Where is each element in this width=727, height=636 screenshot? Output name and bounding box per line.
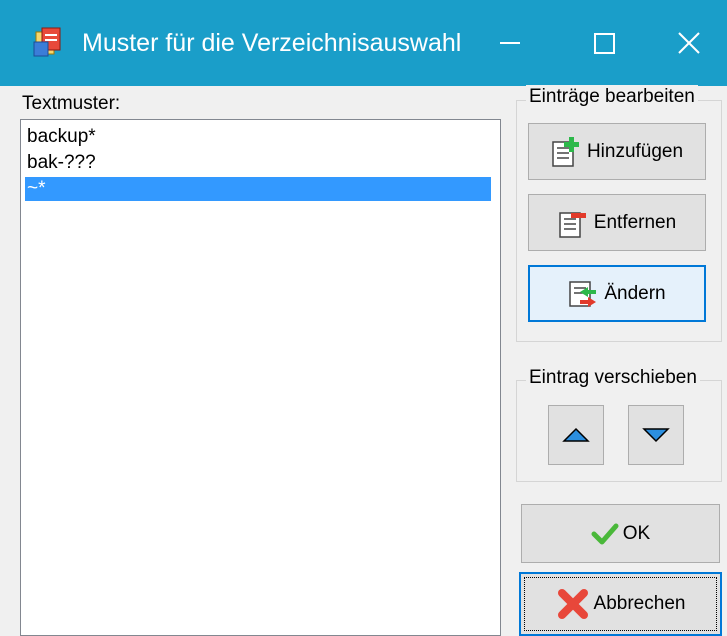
- edit-entries-title: Einträge bearbeiten: [526, 85, 698, 109]
- arrow-down-icon: [642, 428, 670, 443]
- patterns-listbox[interactable]: backup* bak-??? ~*: [20, 119, 501, 636]
- checkmark-icon: [591, 523, 619, 544]
- patterns-label: Textmuster:: [22, 93, 121, 114]
- maximize-icon: [593, 32, 615, 54]
- list-item[interactable]: bak-???: [25, 151, 491, 175]
- remove-button[interactable]: Entfernen: [528, 194, 706, 251]
- list-item[interactable]: backup*: [25, 125, 491, 149]
- title-bar[interactable]: Muster für die Verzeichnisauswahl: [0, 0, 727, 86]
- move-down-button[interactable]: [628, 405, 684, 465]
- list-item-selected[interactable]: ~*: [25, 177, 491, 201]
- move-entry-title: Eintrag verschieben: [526, 366, 700, 390]
- add-button-label: Hinzufügen: [586, 140, 684, 162]
- cross-icon: [557, 589, 588, 619]
- folder-app-icon: [33, 27, 61, 57]
- arrow-up-icon: [562, 427, 590, 442]
- add-entry-icon: [552, 136, 579, 167]
- remove-entry-icon: [559, 211, 586, 238]
- change-entry-icon: [569, 280, 597, 307]
- minimize-button[interactable]: [463, 0, 557, 86]
- window-title: Muster für die Verzeichnisauswahl: [82, 29, 462, 57]
- cancel-button[interactable]: Abbrechen: [519, 572, 722, 636]
- close-button[interactable]: [651, 0, 727, 86]
- change-button[interactable]: Ändern: [528, 265, 706, 322]
- dialog-window: Muster für die Verzeichnisauswahl Textmu…: [0, 0, 727, 636]
- minimize-icon: [500, 42, 520, 44]
- move-entry-group: [516, 380, 722, 482]
- close-icon: [678, 32, 700, 54]
- ok-button[interactable]: OK: [521, 504, 720, 563]
- cancel-button-focus-rect: Abbrechen: [524, 577, 717, 631]
- change-button-label: Ändern: [604, 282, 666, 304]
- maximize-button[interactable]: [557, 0, 651, 86]
- ok-button-label: OK: [622, 522, 651, 544]
- add-button[interactable]: Hinzufügen: [528, 123, 706, 180]
- remove-button-label: Entfernen: [593, 211, 677, 233]
- move-up-button[interactable]: [548, 405, 604, 465]
- cancel-button-label: Abbrechen: [593, 593, 686, 614]
